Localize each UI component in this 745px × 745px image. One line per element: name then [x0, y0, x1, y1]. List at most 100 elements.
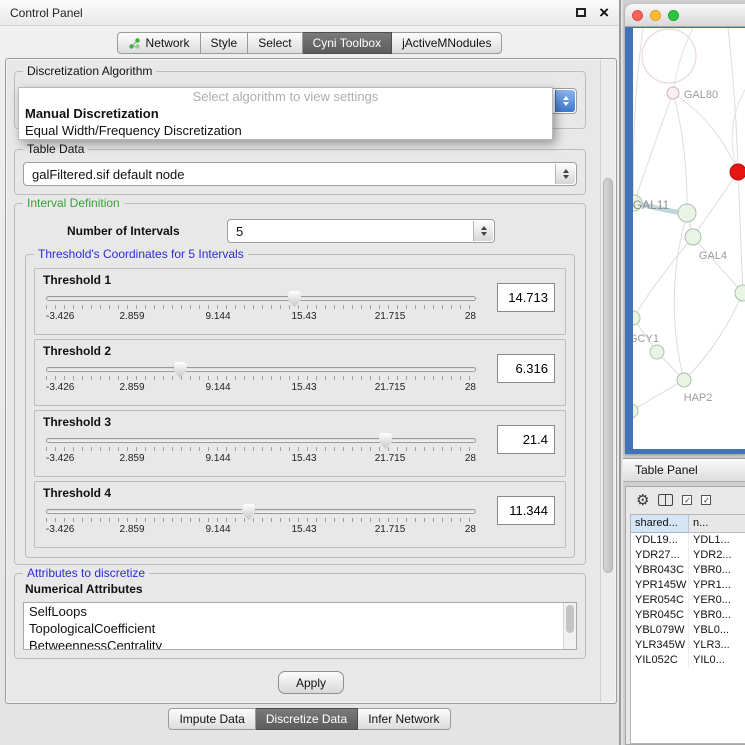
network-canvas[interactable]: GAL80 GAL11 GAL4 GCY1 HAP2: [633, 28, 745, 449]
cell[interactable]: YDR27...: [631, 548, 689, 563]
table-row[interactable]: YDL19...YDL1...: [631, 533, 745, 548]
columns-icon[interactable]: [658, 494, 673, 506]
threshold-value-input[interactable]: [497, 283, 555, 312]
tab-label: Style: [211, 36, 238, 50]
cell[interactable]: YIL052C: [631, 653, 689, 668]
threshold-slider[interactable]: -3.426 2.859 9.144 15.43 21.715 28: [45, 504, 477, 546]
tab-cyni-toolbox[interactable]: Cyni Toolbox: [303, 32, 392, 54]
slider-track[interactable]: [46, 438, 476, 443]
node-label-gal80: GAL80: [684, 89, 718, 101]
scale-label: 9.144: [205, 311, 230, 322]
zoom-traffic-light-icon[interactable]: [668, 10, 679, 21]
table-row[interactable]: YPR145WYPR1...: [631, 578, 745, 593]
threshold-label: Threshold 3: [43, 415, 111, 429]
tab-label: Infer Network: [368, 712, 439, 726]
threshold-label: Threshold 4: [43, 486, 111, 500]
cell[interactable]: YDR2...: [689, 548, 745, 563]
table-row[interactable]: YBL079WYBL0...: [631, 623, 745, 638]
minimize-traffic-light-icon[interactable]: [650, 10, 661, 21]
table-row[interactable]: YDR27...YDR2...: [631, 548, 745, 563]
number-of-intervals-combobox[interactable]: 5: [227, 219, 495, 243]
tab-discretize-data[interactable]: Discretize Data: [256, 708, 358, 730]
tab-label: jActiveMNodules: [402, 36, 491, 50]
cell[interactable]: YPR145W: [631, 578, 689, 593]
panel-scrollbar[interactable]: [600, 60, 615, 702]
scale-label: 9.144: [205, 524, 230, 535]
cell[interactable]: YER054C: [631, 593, 689, 608]
cell[interactable]: YBR043C: [631, 563, 689, 578]
table-row[interactable]: YBR045CYBR0...: [631, 608, 745, 623]
algorithm-option-equal-width[interactable]: Equal Width/Frequency Discretization: [19, 122, 552, 139]
slider-ticks: [46, 376, 476, 380]
tab-select[interactable]: Select: [248, 32, 302, 54]
scale-label: 9.144: [205, 382, 230, 393]
cell[interactable]: YBR045C: [631, 608, 689, 623]
threshold-value-input[interactable]: [497, 496, 555, 525]
table-row[interactable]: YIL052CYIL0...: [631, 653, 745, 668]
threshold-slider[interactable]: -3.426 2.859 9.144 15.43 21.715 28: [45, 433, 477, 475]
list-item[interactable]: BetweennessCentrality: [24, 637, 576, 650]
list-scrollbar-thumb[interactable]: [566, 605, 574, 633]
list-item[interactable]: SelfLoops: [24, 603, 576, 620]
cell[interactable]: YPR1...: [689, 578, 745, 593]
list-scrollbar[interactable]: [563, 603, 576, 649]
cell[interactable]: YBL0...: [689, 623, 745, 638]
cell[interactable]: YDL19...: [631, 533, 689, 548]
table-panel-title: Table Panel: [623, 458, 745, 482]
combo-stepper-icon[interactable]: [473, 221, 493, 241]
algorithm-option-manual-discretization[interactable]: Manual Discretization: [19, 105, 552, 122]
table-row[interactable]: YLR345WYLR3...: [631, 638, 745, 653]
select-column-checkbox-icon[interactable]: ✓: [701, 495, 711, 505]
scale-label: 21.715: [375, 524, 406, 535]
interval-definition-legend: Interval Definition: [23, 196, 124, 210]
list-item[interactable]: TopologicalCoefficient: [24, 620, 576, 637]
scale-label: -3.426: [46, 382, 74, 393]
node: [735, 285, 745, 301]
column-header-shared[interactable]: shared...: [631, 515, 689, 533]
cell[interactable]: YIL0...: [689, 653, 745, 668]
gear-icon[interactable]: ⚙: [636, 493, 649, 508]
threshold-slider[interactable]: -3.426 2.859 9.144 15.43 21.715 28: [45, 291, 477, 333]
network-icon: [128, 37, 141, 50]
cell[interactable]: YDL1...: [689, 533, 745, 548]
cell[interactable]: YLR345W: [631, 638, 689, 653]
column-header-name[interactable]: n...: [689, 515, 745, 533]
thresholds-group: Threshold's Coordinates for 5 Intervals …: [25, 254, 575, 558]
tab-infer-network[interactable]: Infer Network: [358, 708, 450, 730]
combo-stepper-icon[interactable]: [555, 90, 575, 112]
threshold-value-input[interactable]: [497, 354, 555, 383]
slider-track[interactable]: [46, 509, 476, 514]
cell[interactable]: YLR3...: [689, 638, 745, 653]
threshold-value-input[interactable]: [497, 425, 555, 454]
slider-track[interactable]: [46, 367, 476, 372]
table-data-combobox[interactable]: galFiltered.sif default node: [23, 162, 577, 186]
tab-style[interactable]: Style: [201, 32, 249, 54]
cell[interactable]: YBR0...: [689, 608, 745, 623]
cell[interactable]: YBR0...: [689, 563, 745, 578]
combo-stepper-icon[interactable]: [555, 164, 575, 184]
panel-scrollbar-thumb[interactable]: [603, 178, 613, 573]
close-icon[interactable]: ×: [599, 6, 609, 20]
float-window-icon[interactable]: [576, 8, 586, 17]
tab-jactivemnodules[interactable]: jActiveMNodules: [392, 32, 502, 54]
slider-ticks: [46, 305, 476, 309]
window-icons: ×: [576, 6, 609, 20]
close-traffic-light-icon[interactable]: [632, 10, 643, 21]
algorithm-option-placeholder[interactable]: Select algorithm to view settings: [19, 88, 552, 105]
table-panel-window: ⚙ ✓ ✓ shared... n... YDL19...YDL1... YDR…: [625, 486, 745, 745]
tab-label: Discretize Data: [266, 712, 347, 726]
threshold-panel-2: Threshold 2 -3.426 2.859 9.144: [34, 339, 566, 406]
tab-impute-data[interactable]: Impute Data: [168, 708, 255, 730]
table-row[interactable]: YER054CYER0...: [631, 593, 745, 608]
slider-track[interactable]: [46, 296, 476, 301]
table-row[interactable]: YBR043CYBR0...: [631, 563, 745, 578]
cell[interactable]: YER0...: [689, 593, 745, 608]
apply-button[interactable]: Apply: [278, 671, 344, 694]
threshold-slider[interactable]: -3.426 2.859 9.144 15.43 21.715 28: [45, 362, 477, 404]
tab-network[interactable]: Network: [117, 32, 201, 54]
tab-label: Network: [146, 36, 190, 50]
select-all-checkbox-icon[interactable]: ✓: [682, 495, 692, 505]
slider-scale: -3.426 2.859 9.144 15.43 21.715 28: [46, 524, 476, 536]
cell[interactable]: YBL079W: [631, 623, 689, 638]
bottom-tab-bar: Impute Data Discretize Data Infer Networ…: [0, 708, 619, 730]
